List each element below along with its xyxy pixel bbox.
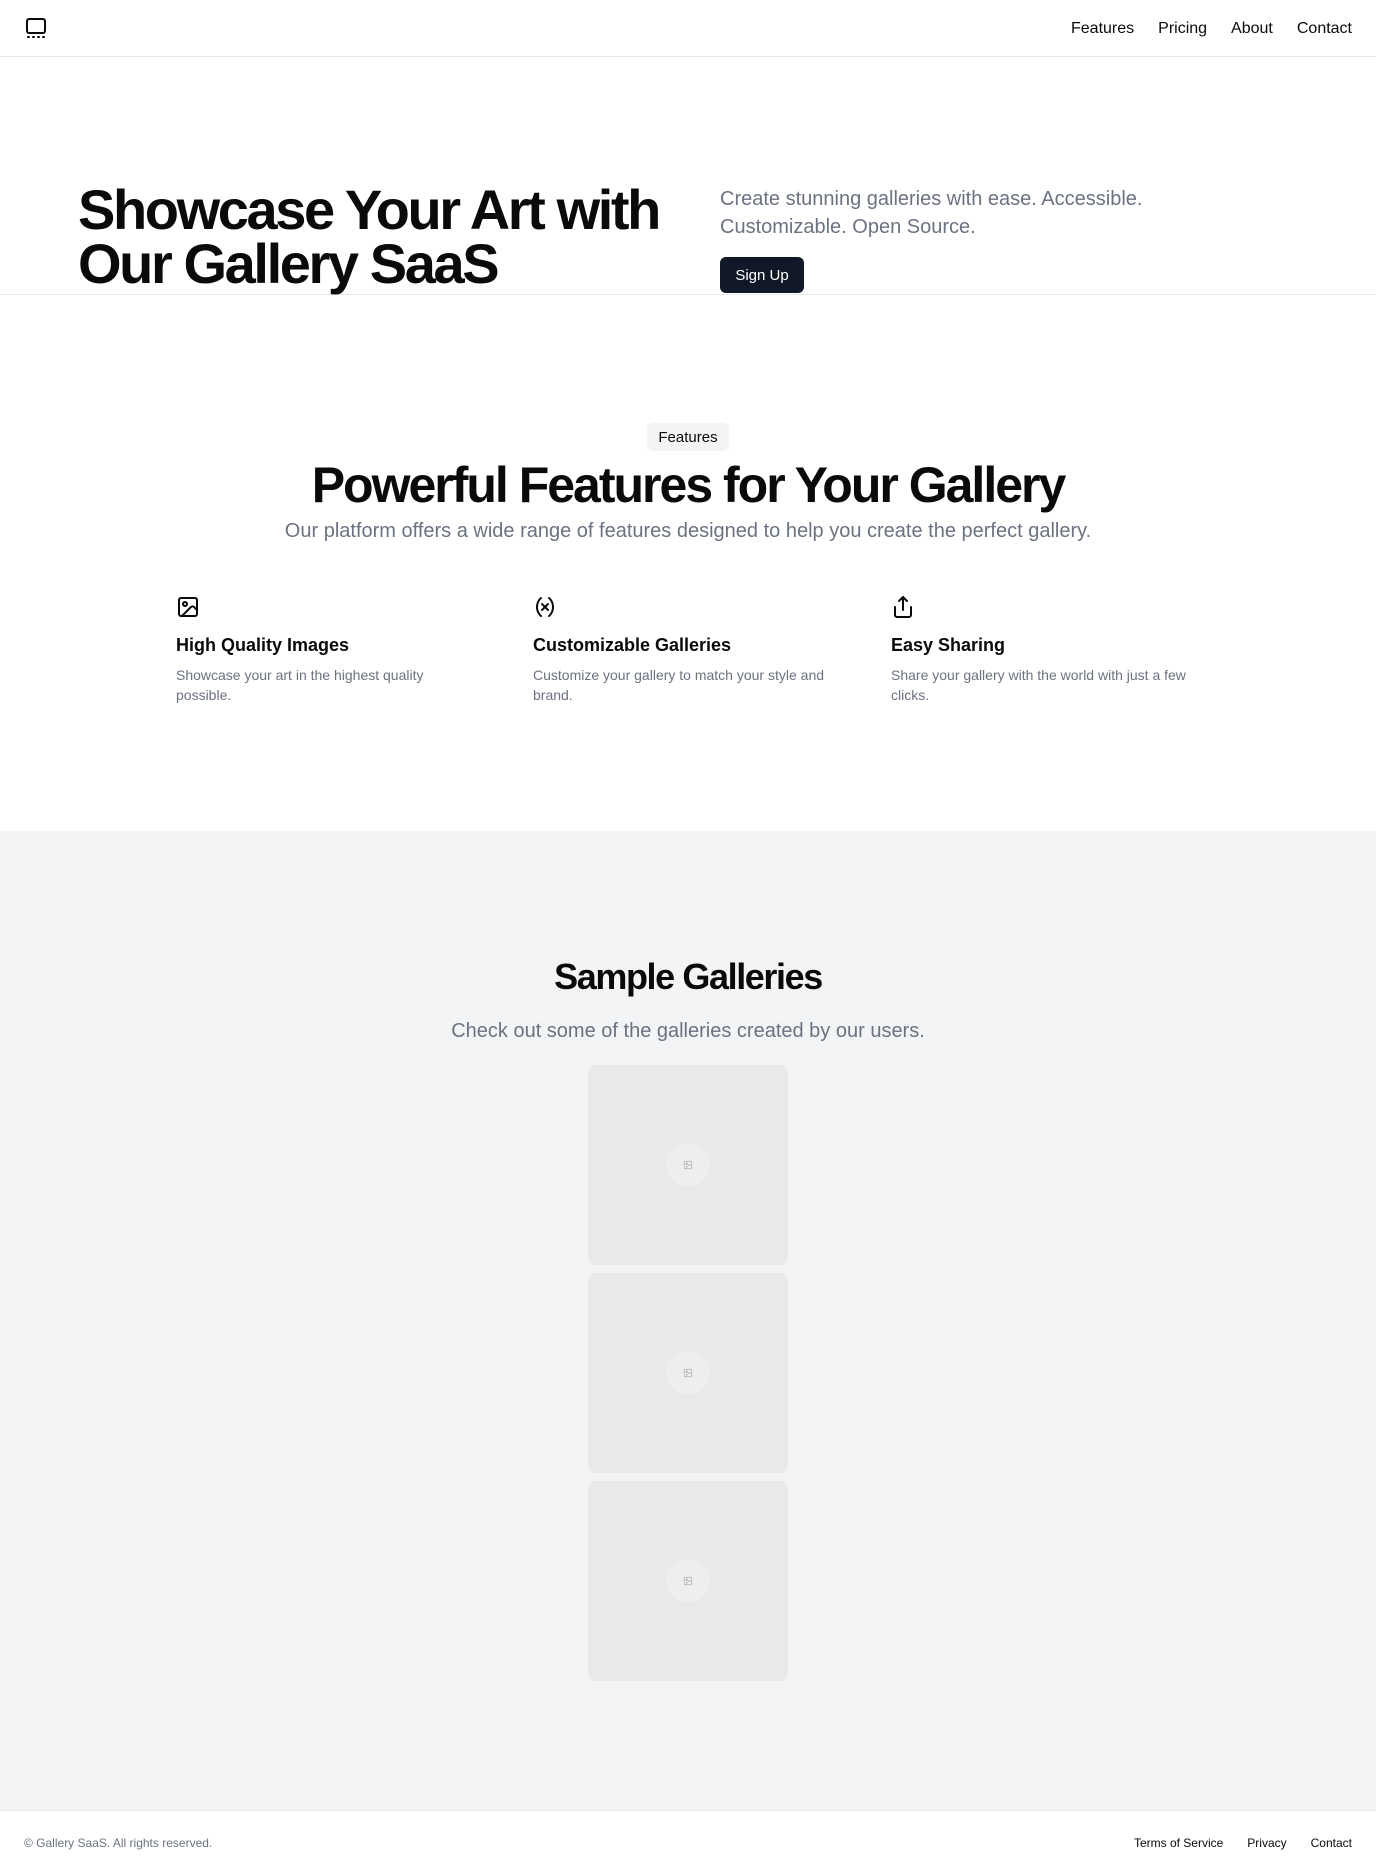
hero-subtitle: Create stunning galleries with ease. Acc… <box>720 188 1143 238</box>
hero-section: Showcase Your Art with Our Gallery SaaS … <box>0 57 1376 295</box>
feature-card: High Quality Images Showcase your art in… <box>176 595 476 705</box>
site-header: Features Pricing About Contact <box>0 0 1376 57</box>
footer-link-terms[interactable]: Terms of Service <box>1134 1836 1223 1850</box>
gallery-image-placeholder[interactable] <box>588 1481 788 1681</box>
features-section: Features Powerful Features for Your Gall… <box>0 295 1376 831</box>
galleries-subtitle: Check out some of the galleries created … <box>451 1020 925 1042</box>
share-icon <box>894 596 912 618</box>
nav-link-contact[interactable]: Contact <box>1297 20 1352 38</box>
feature-title: Easy Sharing <box>891 635 1006 655</box>
feature-description: Share your gallery with the world with j… <box>891 667 1186 703</box>
gallery-image-placeholder[interactable] <box>588 1273 788 1473</box>
site-footer: © Gallery SaaS. All rights reserved. Ter… <box>0 1810 1376 1874</box>
image-placeholder-icon <box>666 1143 710 1187</box>
feature-description: Showcase your art in the highest quality… <box>176 667 424 703</box>
feature-title: Customizable Galleries <box>533 635 732 655</box>
copyright-text: © Gallery SaaS. All rights reserved. <box>24 1836 213 1850</box>
features-subtitle: Our platform offers a wide range of feat… <box>284 520 1092 542</box>
nav-link-pricing[interactable]: Pricing <box>1158 20 1207 38</box>
sign-up-button[interactable]: Sign Up <box>720 257 804 293</box>
features-title: Powerful Features for Your Gallery <box>311 457 1067 513</box>
image-placeholder-icon <box>666 1559 710 1603</box>
feature-description: Customize your gallery to match your sty… <box>533 667 825 703</box>
nav-link-about[interactable]: About <box>1231 20 1273 38</box>
gallery-logo-icon[interactable] <box>24 16 48 40</box>
footer-nav: Terms of Service Privacy Contact <box>1134 1811 1352 1874</box>
features-badge: Features <box>647 423 729 451</box>
image-icon <box>178 597 198 617</box>
sample-galleries-section: Sample Galleries Check out some of the g… <box>0 831 1376 1810</box>
variable-icon <box>536 597 554 617</box>
footer-link-contact[interactable]: Contact <box>1311 1836 1352 1850</box>
image-placeholder-icon <box>666 1351 710 1395</box>
gallery-image-placeholder[interactable] <box>588 1065 788 1265</box>
nav-link-features[interactable]: Features <box>1071 20 1134 38</box>
feature-card: Customizable Galleries Customize your ga… <box>533 595 833 705</box>
hero-title: Showcase Your Art with Our Gallery SaaS <box>78 178 661 295</box>
galleries-title: Sample Galleries <box>554 956 823 997</box>
feature-card: Easy Sharing Share your gallery with the… <box>891 595 1191 705</box>
main-nav: Features Pricing About Contact <box>1071 0 1352 57</box>
feature-title: High Quality Images <box>176 635 350 655</box>
footer-link-privacy[interactable]: Privacy <box>1247 1836 1286 1850</box>
